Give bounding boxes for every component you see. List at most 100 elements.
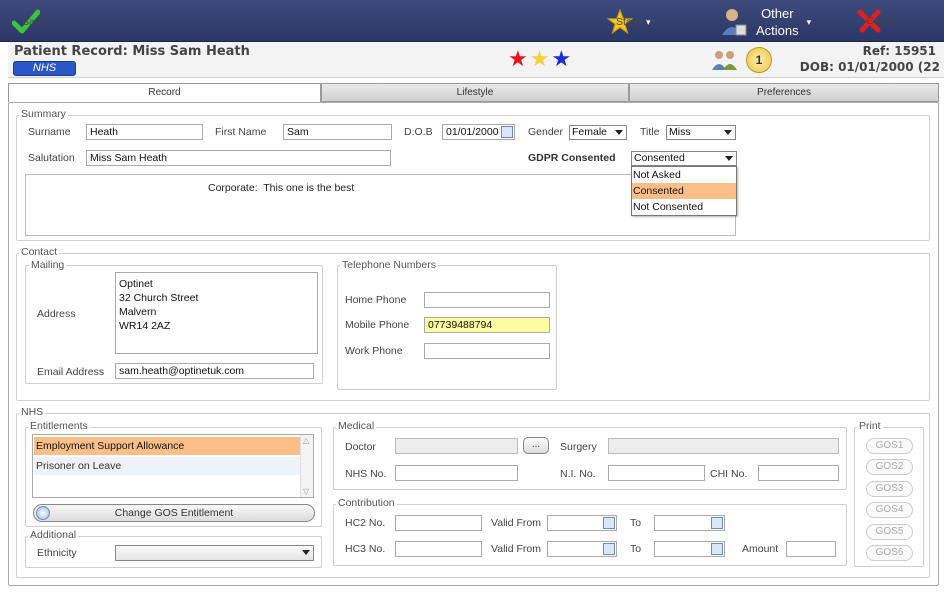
dob-value: 01/01/2000	[446, 126, 499, 138]
hc2-to-input[interactable]	[654, 515, 725, 531]
page-title: Patient Record: Miss Sam Heath	[14, 44, 250, 59]
hc3-valid-from-input[interactable]	[547, 541, 617, 557]
chevron-down-icon: ▾	[806, 16, 812, 27]
ni-no-input[interactable]	[608, 465, 705, 481]
doctor-lookup-button[interactable]: ...	[523, 437, 549, 454]
cancel-button[interactable]: Cancel	[856, 8, 899, 34]
dob-input[interactable]: 01/01/2000	[442, 124, 515, 140]
star-icon: ★	[508, 46, 528, 71]
chevron-down-icon	[725, 156, 733, 161]
corporate-box: Corporate: This one is the best	[25, 174, 736, 236]
ni-no-label: N.I. No.	[560, 468, 596, 480]
gender-select[interactable]: Female	[569, 125, 627, 140]
entitlements-list[interactable]: Employment Support Allowance Prisoner on…	[32, 434, 314, 498]
ethnicity-label: Ethnicity	[37, 547, 77, 559]
address-textarea[interactable]: Optinet 32 Church Street Malvern WR14 2A…	[115, 272, 318, 354]
summary-legend: Summary	[19, 108, 68, 120]
calendar-icon[interactable]	[603, 543, 615, 555]
other-actions-button[interactable]: Other Actions ▾	[720, 5, 811, 39]
gdpr-option[interactable]: Not Consented	[632, 199, 736, 215]
home-phone-label: Home Phone	[345, 294, 407, 306]
mobile-phone-input[interactable]: 07739488794	[424, 317, 550, 333]
toolbar: Save Stars ▾ Other Actions ▾ Cancel	[0, 0, 944, 42]
surname-input[interactable]: Heath	[86, 124, 203, 140]
ethnicity-select[interactable]	[115, 545, 314, 561]
amount-input[interactable]	[786, 541, 836, 557]
calendar-icon[interactable]	[603, 517, 615, 529]
surgery-input[interactable]	[608, 438, 839, 454]
patient-dob: DOB: 01/01/2000 (22	[799, 60, 940, 74]
address-line: Malvern	[119, 306, 157, 318]
address-label: Address	[37, 308, 76, 320]
patient-ref: Ref: 15951	[862, 44, 936, 58]
corporate-value: This one is the best	[263, 182, 355, 194]
chi-no-input[interactable]	[758, 465, 839, 481]
tab-lifestyle[interactable]: Lifestyle	[321, 83, 629, 102]
chevron-up-icon[interactable]: △	[303, 436, 309, 445]
email-input[interactable]: sam.heath@optinetuk.com	[115, 363, 314, 379]
salutation-input[interactable]: Miss Sam Heath	[86, 150, 391, 166]
family-icon[interactable]	[710, 48, 740, 75]
calendar-icon[interactable]	[501, 126, 513, 138]
hc3-to-input[interactable]	[654, 541, 725, 557]
tab-preferences[interactable]: Preferences	[629, 83, 939, 102]
home-phone-input[interactable]	[424, 292, 550, 308]
gdpr-option-selected[interactable]: Consented	[632, 183, 736, 199]
nhs-badge: NHS	[13, 61, 76, 76]
chevron-down-icon	[615, 130, 623, 135]
print-gos2-button[interactable]: GOS2	[866, 459, 913, 475]
chi-no-label: CHI No.	[710, 468, 748, 480]
list-item-selected[interactable]: Employment Support Allowance	[34, 437, 300, 455]
chevron-down-icon[interactable]: ▽	[303, 487, 309, 496]
calendar-icon[interactable]	[711, 517, 723, 529]
email-label: Email Address	[37, 366, 105, 378]
firstname-input[interactable]: Sam	[283, 124, 392, 140]
save-label: Save	[22, 16, 46, 28]
change-gos-entitlement-button[interactable]: Change GOS Entitlement	[33, 504, 315, 522]
hc3-valid-from-label: Valid From	[491, 543, 541, 555]
nhs-no-input[interactable]	[395, 465, 518, 481]
scrollbar[interactable]: △ ▽	[300, 435, 313, 497]
contribution-legend: Contribution	[336, 497, 397, 509]
hc2-label: HC2 No.	[345, 517, 386, 529]
user-admin-icon	[722, 9, 747, 36]
work-phone-input[interactable]	[424, 343, 550, 359]
gender-value: Female	[572, 126, 608, 138]
hc2-to-label: To	[630, 517, 642, 529]
calendar-icon[interactable]	[711, 543, 723, 555]
print-gos6-button[interactable]: GOS6	[866, 545, 913, 561]
notification-badge[interactable]: 1	[746, 47, 772, 73]
work-phone-label: Work Phone	[345, 345, 403, 357]
chevron-down-icon	[724, 130, 732, 135]
star-icon: ★	[529, 46, 550, 71]
address-line: 32 Church Street	[119, 292, 199, 304]
gender-label: Gender	[528, 126, 564, 138]
save-button[interactable]: Save	[12, 9, 46, 35]
gdpr-option[interactable]: Not Asked	[632, 167, 736, 183]
hc3-label: HC3 No.	[345, 543, 386, 555]
cancel-label: Cancel	[866, 15, 899, 27]
print-gos5-button[interactable]: GOS5	[866, 524, 913, 540]
stars-button[interactable]: Stars ▾	[606, 9, 651, 35]
entitlements-legend: Entitlements	[28, 420, 90, 432]
salutation-label: Salutation	[28, 152, 75, 164]
hc3-input[interactable]	[395, 541, 482, 557]
mailing-legend: Mailing	[29, 259, 67, 271]
telephone-legend: Telephone Numbers	[340, 259, 438, 271]
title-select[interactable]: Miss	[666, 125, 736, 140]
other-actions-label-line1: Other	[761, 6, 794, 21]
print-gos4-button[interactable]: GOS4	[866, 502, 913, 518]
list-item[interactable]: Prisoner on Leave	[34, 457, 300, 475]
gdpr-select[interactable]: Consented	[631, 151, 737, 166]
print-gos1-button[interactable]: GOS1	[866, 438, 913, 454]
tab-record[interactable]: Record	[8, 83, 321, 102]
doctor-input[interactable]	[395, 438, 518, 454]
print-gos3-button[interactable]: GOS3	[866, 481, 913, 497]
address-line: Optinet	[119, 278, 153, 290]
corporate-label: Corporate:	[208, 182, 258, 194]
hc2-input[interactable]	[395, 515, 482, 531]
hc2-valid-from-input[interactable]	[547, 515, 617, 531]
gdpr-label: GDPR Consented	[528, 152, 616, 164]
surname-label: Surname	[28, 126, 71, 138]
doctor-label: Doctor	[345, 441, 376, 453]
